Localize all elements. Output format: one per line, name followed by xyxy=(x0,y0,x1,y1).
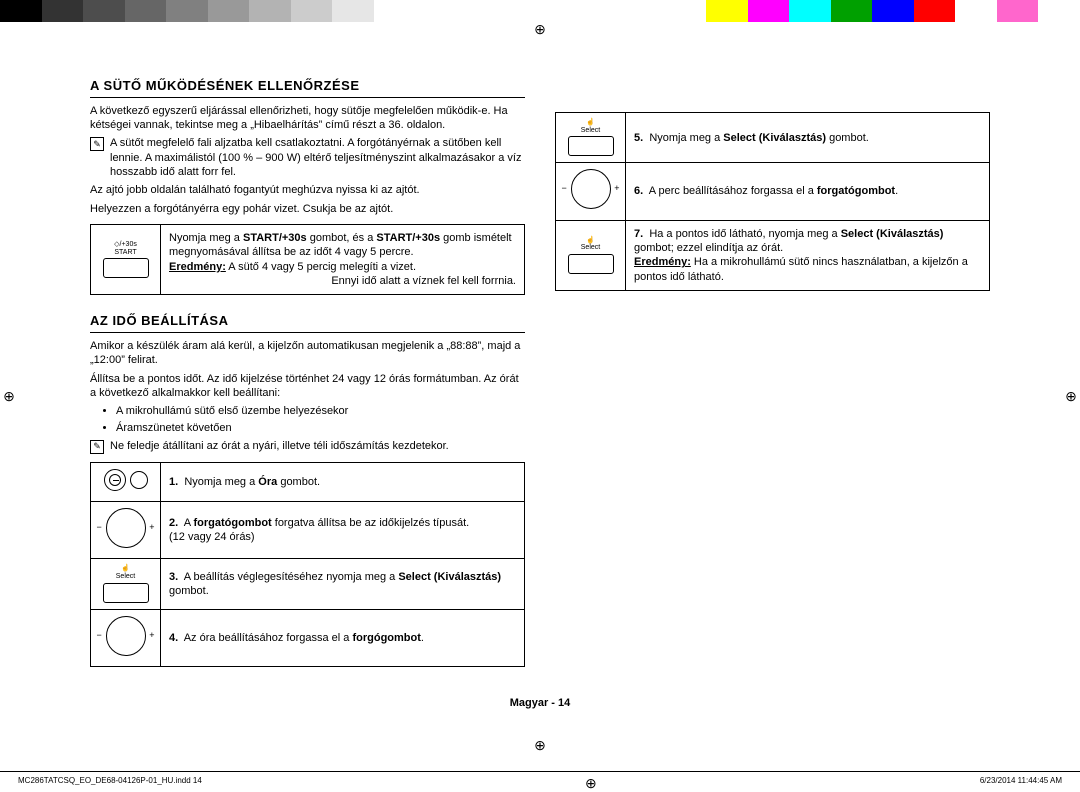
step-text-cell: 3. A beállítás véglegesítéséhez nyomja m… xyxy=(161,559,525,609)
body-text: Az ajtó jobb oldalán található fogantyút… xyxy=(90,183,525,197)
note-text: Ne feledje átállítani az órát a nyári, i… xyxy=(110,439,449,454)
step-text-cell: 7. Ha a pontos idő látható, nyomja meg a… xyxy=(626,220,990,290)
step-text-cell: Nyomja meg a START/+30s gombot, és a STA… xyxy=(161,224,525,294)
page-footer-center: Magyar - 14 xyxy=(90,696,990,710)
table-row: 1. Nyomja meg a Óra gombot. xyxy=(91,462,525,501)
table-row: ☝ Select 3. A beállítás véglegesítéséhez… xyxy=(91,559,525,609)
table-row: 4. Az óra beállításához forgassa el a fo… xyxy=(91,609,525,666)
print-footer: MC286TATCSQ_EO_DE68-04126P-01_HU.indd 14… xyxy=(0,771,1080,790)
dial-icon xyxy=(571,169,611,209)
note-text: A sütőt megfelelő fali aljzatba kell csa… xyxy=(110,136,525,179)
step-icon-cell: ☝ Select xyxy=(556,220,626,290)
registration-mark-icon: ⊕ xyxy=(533,738,547,752)
step-icon-cell xyxy=(91,502,161,559)
table-row: ☝ Select 7. Ha a pontos idő látható, nyo… xyxy=(556,220,990,290)
step-icon-cell: ☝ Select xyxy=(556,113,626,163)
select-label: Select xyxy=(560,127,621,135)
footer-filename: MC286TATCSQ_EO_DE68-04126P-01_HU.indd 14 xyxy=(18,776,202,790)
print-colorbar xyxy=(0,0,1080,22)
step-icon-cell xyxy=(556,163,626,220)
registration-mark-icon: ⊕ xyxy=(1064,389,1078,403)
table-row: ☝ Select 5. Nyomja meg a Select (Kiválas… xyxy=(556,113,990,163)
note-icon: ✎ xyxy=(90,440,104,454)
step-text-cell: 6. A perc beállításához forgassa el a fo… xyxy=(626,163,990,220)
step-icon-cell: ☝ Select xyxy=(91,559,161,609)
step-text-cell: 5. Nyomja meg a Select (Kiválasztás) gom… xyxy=(626,113,990,163)
page-body: A SÜTŐ MŰKÖDÉSÉNEK ELLENŐRZÉSE A követke… xyxy=(90,60,990,732)
body-text: Állítsa be a pontos időt. Az idő kijelzé… xyxy=(90,372,525,401)
step-text-cell: 4. Az óra beállításához forgassa el a fo… xyxy=(161,609,525,666)
clock-icon xyxy=(104,469,148,491)
start-icon-label-bottom: START xyxy=(95,249,156,257)
step-icon-cell xyxy=(91,609,161,666)
time-steps-table: 1. Nyomja meg a Óra gombot. 2. A forgató… xyxy=(90,462,525,667)
section-heading-check: A SÜTŐ MŰKÖDÉSÉNEK ELLENŐRZÉSE xyxy=(90,78,525,98)
registration-mark-icon: ⊕ xyxy=(533,22,547,36)
display-icon xyxy=(568,136,614,156)
bullet-list: A mikrohullámú sütő első üzembe helyezés… xyxy=(90,404,525,435)
display-icon xyxy=(568,254,614,274)
dial-icon xyxy=(106,508,146,548)
intro-text: A következő egyszerű eljárással ellenőri… xyxy=(90,104,525,133)
dial-icon xyxy=(106,616,146,656)
note-block: ✎ A sütőt megfelelő fali aljzatba kell c… xyxy=(90,136,525,179)
right-column: ☝ Select 5. Nyomja meg a Select (Kiválas… xyxy=(555,60,990,732)
time-steps-table-cont: ☝ Select 5. Nyomja meg a Select (Kiválas… xyxy=(555,112,990,291)
list-item: Áramszünetet követően xyxy=(116,421,525,435)
step-text-cell: 2. A forgatógombot forgatva állítsa be a… xyxy=(161,502,525,559)
body-text: Helyezzen a forgótányérra egy pohár vize… xyxy=(90,202,525,216)
step-tail-text: Ennyi idő alatt a víznek fel kell forrni… xyxy=(169,274,516,288)
display-icon xyxy=(103,583,149,603)
footer-timestamp: 6/23/2014 11:44:45 AM xyxy=(980,776,1062,790)
select-label: Select xyxy=(560,244,621,252)
table-row: 6. A perc beállításához forgassa el a fo… xyxy=(556,163,990,220)
registration-mark-icon: ⊕ xyxy=(584,776,598,790)
start-step-table: ◇/+30s START Nyomja meg a START/+30s gom… xyxy=(90,224,525,295)
step-icon-cell xyxy=(91,462,161,501)
section-heading-time: AZ IDŐ BEÁLLÍTÁSA xyxy=(90,313,525,333)
step-icon-cell: ◇/+30s START xyxy=(91,224,161,294)
table-row: 2. A forgatógombot forgatva állítsa be a… xyxy=(91,502,525,559)
display-icon xyxy=(103,258,149,278)
start-icon-label-top: ◇/+30s xyxy=(95,241,156,249)
step-text-cell: 1. Nyomja meg a Óra gombot. xyxy=(161,462,525,501)
select-label: Select xyxy=(95,573,156,581)
body-text: Amikor a készülék áram alá kerül, a kije… xyxy=(90,339,525,368)
registration-mark-icon: ⊕ xyxy=(2,389,16,403)
list-item: A mikrohullámú sütő első üzembe helyezés… xyxy=(116,404,525,418)
note-block: ✎ Ne feledje átállítani az órát a nyári,… xyxy=(90,439,525,454)
left-column: A SÜTŐ MŰKÖDÉSÉNEK ELLENŐRZÉSE A követke… xyxy=(90,60,525,732)
note-icon: ✎ xyxy=(90,137,104,151)
